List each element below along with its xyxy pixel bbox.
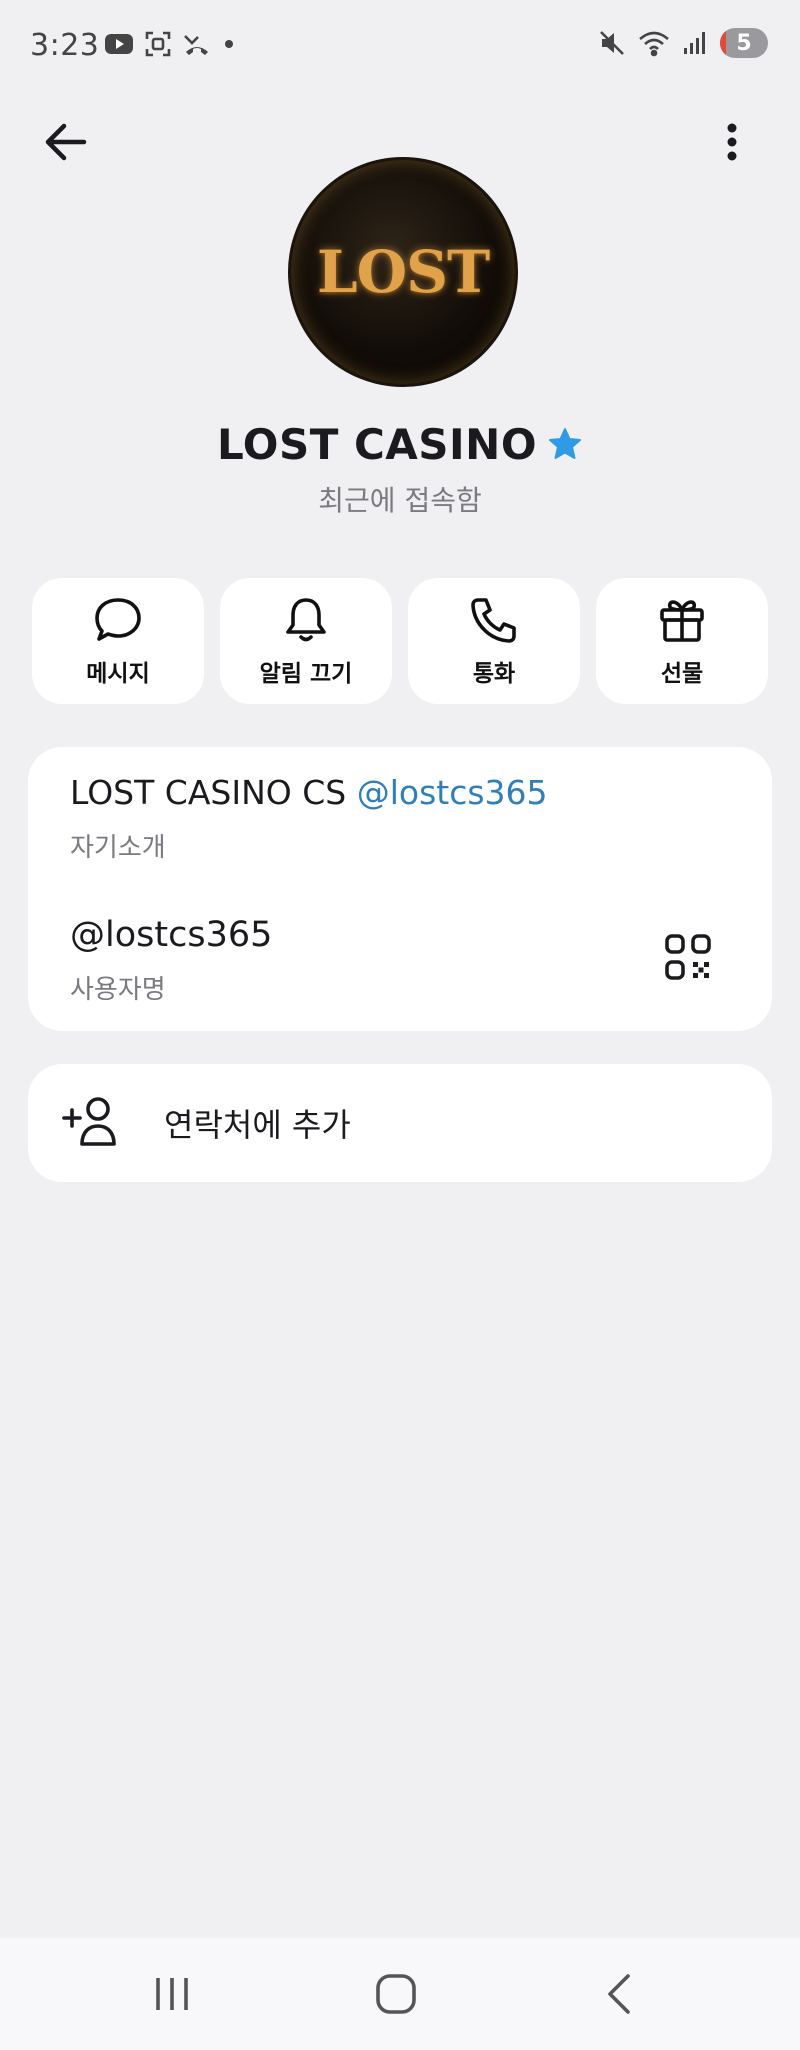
- avatar-logo: LOST: [316, 238, 490, 306]
- battery-indicator: 5: [720, 28, 768, 58]
- add-contact-label: 연락처에 추가: [164, 1106, 351, 1144]
- profile-name: LOST CASINO: [216, 420, 538, 469]
- nav-back-button[interactable]: [580, 1954, 660, 2034]
- action-buttons: 메시지 알림 끄기 통화 선물: [32, 578, 768, 704]
- profile-name-row: LOST CASINO: [0, 420, 800, 472]
- recent-apps-icon: [156, 1978, 188, 2010]
- username-caption: 사용자명: [70, 975, 166, 1005]
- gift-icon: [660, 600, 704, 642]
- bio-caption: 자기소개: [70, 833, 166, 863]
- wifi-icon: [639, 31, 669, 57]
- recent-apps-button[interactable]: [132, 1954, 212, 2034]
- add-person-icon: [62, 1094, 122, 1150]
- action-label: 선물: [660, 661, 704, 687]
- status-time: 3:23: [30, 28, 100, 63]
- dot-icon: [225, 40, 233, 48]
- more-options-button[interactable]: [712, 118, 752, 166]
- system-nav-bar: [0, 1938, 800, 2050]
- gift-button[interactable]: 선물: [596, 578, 768, 704]
- mute-icon: [600, 31, 624, 55]
- mute-notifications-button[interactable]: 알림 끄기: [220, 578, 392, 704]
- username-value[interactable]: @lostcs365: [70, 915, 272, 955]
- screen-capture-icon: [145, 31, 171, 57]
- profile-avatar[interactable]: LOST: [288, 157, 518, 387]
- bio-prefix: LOST CASINO CS: [70, 773, 357, 812]
- add-to-contacts-button[interactable]: 연락처에 추가: [28, 1064, 772, 1182]
- chat-bubble-icon: [95, 598, 141, 641]
- more-vertical-icon: [727, 123, 737, 161]
- missed-call-icon: [184, 35, 208, 55]
- home-button[interactable]: [356, 1954, 436, 2034]
- message-button[interactable]: 메시지: [32, 578, 204, 704]
- bio-text: LOST CASINO CS @lostcs365: [70, 773, 548, 812]
- call-button[interactable]: 통화: [408, 578, 580, 704]
- action-label: 메시지: [86, 661, 150, 687]
- back-chevron-icon: [608, 1974, 630, 2014]
- status-left-icons: [104, 30, 236, 58]
- home-icon: [376, 1974, 416, 2014]
- profile-last-seen: 최근에 접속함: [318, 484, 482, 517]
- phone-icon: [471, 598, 516, 643]
- star-badge-icon[interactable]: [547, 423, 583, 472]
- bell-icon: [286, 598, 326, 642]
- signal-icon: [684, 32, 705, 54]
- youtube-icon: [105, 34, 133, 54]
- bio-mention-link[interactable]: @lostcs365: [357, 773, 548, 812]
- action-label: 알림 끄기: [259, 661, 353, 687]
- arrow-left-icon: [45, 123, 87, 161]
- qr-code-button[interactable]: [664, 933, 712, 981]
- status-right-icons: 5: [598, 28, 768, 58]
- qr-code-icon: [665, 934, 711, 980]
- back-button[interactable]: [40, 118, 96, 166]
- action-label: 통화: [472, 661, 516, 687]
- info-card: LOST CASINO CS @lostcs365 자기소개 @lostcs36…: [28, 747, 772, 1031]
